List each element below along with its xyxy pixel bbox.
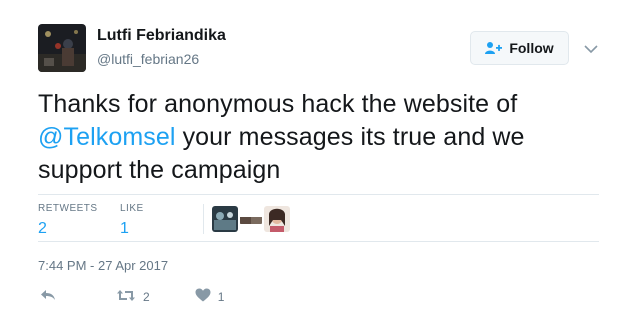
retweets-stat[interactable]: RETWEETS 2 bbox=[38, 203, 98, 238]
retweets-count: 2 bbox=[38, 220, 47, 237]
retweet-action-count: 2 bbox=[143, 289, 150, 304]
author-display-name[interactable]: Lutfi Febriandika bbox=[97, 27, 226, 45]
engager-avatar[interactable] bbox=[240, 214, 262, 224]
retweet-icon bbox=[116, 289, 136, 305]
mention-link[interactable]: @Telkomsel bbox=[38, 123, 176, 151]
engager-avatar[interactable] bbox=[212, 206, 238, 232]
tweet-actions: 2 1 bbox=[40, 288, 224, 305]
engager-avatars bbox=[212, 206, 290, 232]
reply-icon bbox=[40, 288, 56, 305]
heart-icon bbox=[195, 288, 211, 305]
person-add-icon bbox=[485, 41, 503, 55]
retweet-button[interactable]: 2 bbox=[116, 289, 150, 305]
like-action-count: 1 bbox=[217, 289, 225, 304]
likes-stat[interactable]: LIKE 1 bbox=[120, 203, 144, 238]
author-handle[interactable]: @lutfi_febrian26 bbox=[97, 51, 199, 67]
chevron-down-icon[interactable] bbox=[584, 41, 598, 59]
reply-button[interactable] bbox=[40, 288, 56, 305]
stats-separator bbox=[203, 204, 204, 234]
tweet-text: Thanks for anonymous hack the website of… bbox=[38, 88, 608, 187]
likes-label: LIKE bbox=[120, 203, 144, 214]
author-avatar[interactable] bbox=[38, 24, 86, 72]
likes-count: 1 bbox=[120, 220, 129, 237]
tweet-timestamp[interactable]: 7:44 PM - 27 Apr 2017 bbox=[38, 258, 168, 273]
divider bbox=[38, 194, 599, 195]
follow-button[interactable]: Follow bbox=[470, 31, 569, 65]
retweets-label: RETWEETS bbox=[38, 203, 98, 214]
tweet-text-before: Thanks for anonymous hack the website of bbox=[38, 90, 518, 118]
like-button[interactable]: 1 bbox=[195, 288, 225, 305]
divider bbox=[38, 241, 599, 242]
follow-button-label: Follow bbox=[509, 40, 554, 56]
engager-avatar[interactable] bbox=[264, 206, 290, 232]
